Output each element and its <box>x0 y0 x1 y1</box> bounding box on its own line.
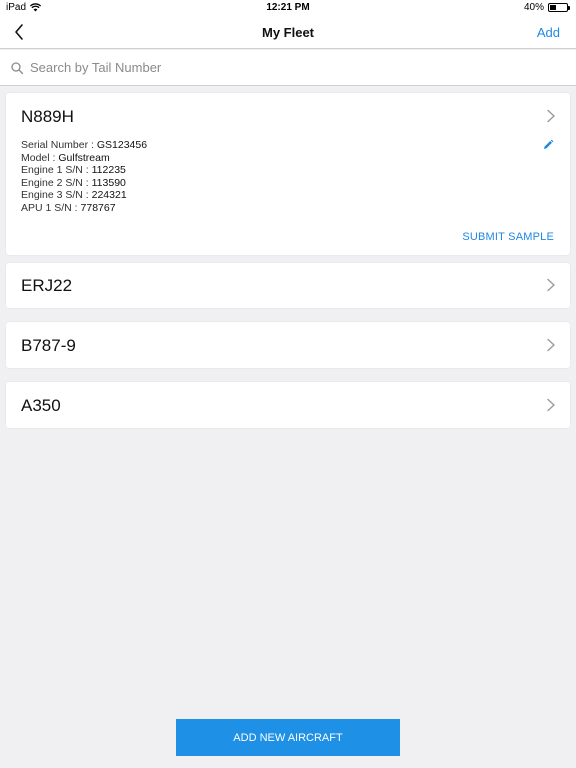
search-input[interactable] <box>30 60 550 75</box>
detail-label: Serial Number : <box>21 139 97 151</box>
detail-value: 113590 <box>91 176 126 189</box>
detail-label: APU 1 S/N : <box>21 201 81 214</box>
aircraft-card-n889h[interactable]: N889H Serial Number : GS123456 Model : G… <box>6 93 570 255</box>
detail-value: 224321 <box>91 189 127 202</box>
detail-value: GS123456 <box>96 139 148 151</box>
detail-label: Engine 3 S/N : <box>21 189 92 202</box>
detail-engine-2: Engine 2 S/N : 113590 <box>21 177 147 190</box>
detail-model: Model : Gulfstream <box>21 152 147 165</box>
status-bar: iPad 12:21 PM 40% <box>0 0 576 16</box>
aircraft-tail-number: A350 <box>21 396 61 415</box>
battery-fill <box>550 5 557 10</box>
app-root: iPad 12:21 PM 40% My Fleet Add Search by… <box>0 0 576 768</box>
aircraft-card-b787-9[interactable]: B787-9 <box>6 322 570 368</box>
detail-serial-number: Serial Number : GS123456 <box>21 139 147 152</box>
detail-engine-3: Engine 3 S/N : 224321 <box>21 189 147 202</box>
detail-value: 112235 <box>91 164 126 177</box>
chevron-right-icon[interactable] <box>546 278 556 292</box>
search-bar <box>0 50 576 86</box>
aircraft-details: Serial Number : GS123456 Model : Gulfstr… <box>21 139 147 215</box>
submit-sample-button[interactable]: SUBMIT SAMPLE <box>462 231 554 243</box>
aircraft-card-a350[interactable]: A350 <box>6 382 570 428</box>
detail-value: Gulfstream <box>58 151 110 164</box>
add-new-aircraft-button[interactable]: ADD NEW AIRCRAFT <box>176 719 400 756</box>
page-title: My Fleet <box>261 25 314 40</box>
status-right: 40% <box>523 2 570 13</box>
chevron-right-icon[interactable] <box>546 109 556 123</box>
battery-percent: 40% <box>523 2 544 13</box>
detail-engine-1: Engine 1 S/N : 112235 <box>21 164 147 177</box>
chevron-right-icon[interactable] <box>546 338 556 352</box>
battery-icon <box>548 3 570 12</box>
chevron-right-icon[interactable] <box>546 398 556 412</box>
detail-value: 778767 <box>80 201 116 214</box>
aircraft-card-erj22[interactable]: ERJ22 <box>6 263 570 308</box>
detail-apu-1: APU 1 S/N : 778767 <box>21 202 147 215</box>
add-button[interactable]: Add <box>537 25 560 40</box>
navigation-bar: My Fleet Add <box>0 16 576 49</box>
search-icon <box>11 61 24 74</box>
detail-label: Engine 1 S/N : <box>21 164 92 177</box>
detail-label: Engine 2 S/N : <box>21 176 92 189</box>
detail-label: Model : <box>21 151 59 164</box>
aircraft-tail-number: N889H <box>21 107 74 126</box>
aircraft-tail-number: ERJ22 <box>21 276 73 295</box>
pencil-icon[interactable] <box>542 139 554 151</box>
status-time: 12:21 PM <box>266 2 310 13</box>
aircraft-tail-number: B787-9 <box>21 336 76 355</box>
